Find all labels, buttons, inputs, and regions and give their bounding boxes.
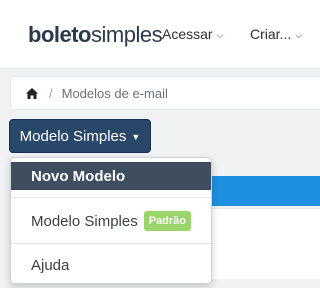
dropdown-menu: Novo Modelo Modelo Simples Padrão Ajuda <box>10 157 212 284</box>
logo-text-bold: boleto <box>28 22 92 47</box>
nav-item-label: Acessar <box>162 26 213 42</box>
dropdown-button-label: Modelo Simples <box>19 127 127 145</box>
menu-item-ajuda[interactable]: Ajuda <box>11 250 211 280</box>
logo-text-rest: simples <box>91 22 163 47</box>
table-row <box>205 208 320 279</box>
menu-item-label: Novo Modelo <box>31 167 126 185</box>
default-badge: Padrão <box>143 211 192 231</box>
table-header-bar <box>205 176 320 206</box>
nav-item-acessar[interactable]: Acessar ⌵ <box>162 26 223 42</box>
brand-logo[interactable]: boletosimples <box>28 22 163 48</box>
caret-down-icon: ▼ <box>131 132 141 142</box>
nav-item-criar[interactable]: Criar... ⌵ <box>250 26 302 42</box>
breadcrumb-separator: / <box>49 85 53 101</box>
menu-item-label: Ajuda <box>31 256 70 274</box>
menu-item-novo-modelo[interactable]: Novo Modelo <box>11 162 211 190</box>
nav-item-label: Criar... <box>250 26 292 42</box>
menu-item-modelo-simples[interactable]: Modelo Simples Padrão <box>11 203 211 239</box>
home-icon[interactable] <box>25 87 39 100</box>
menu-divider <box>11 197 211 198</box>
menu-divider <box>11 243 211 244</box>
template-dropdown-button[interactable]: Modelo Simples ▼ <box>9 119 151 153</box>
breadcrumb-current: Modelos de e-mail <box>61 85 168 101</box>
chevron-down-icon: ⌵ <box>216 29 224 40</box>
top-navbar: boletosimples Acessar ⌵ Criar... ⌵ <box>0 0 320 69</box>
menu-item-label: Modelo Simples <box>31 212 138 230</box>
chevron-down-icon: ⌵ <box>295 29 303 40</box>
breadcrumb: / Modelos de e-mail <box>10 76 320 110</box>
